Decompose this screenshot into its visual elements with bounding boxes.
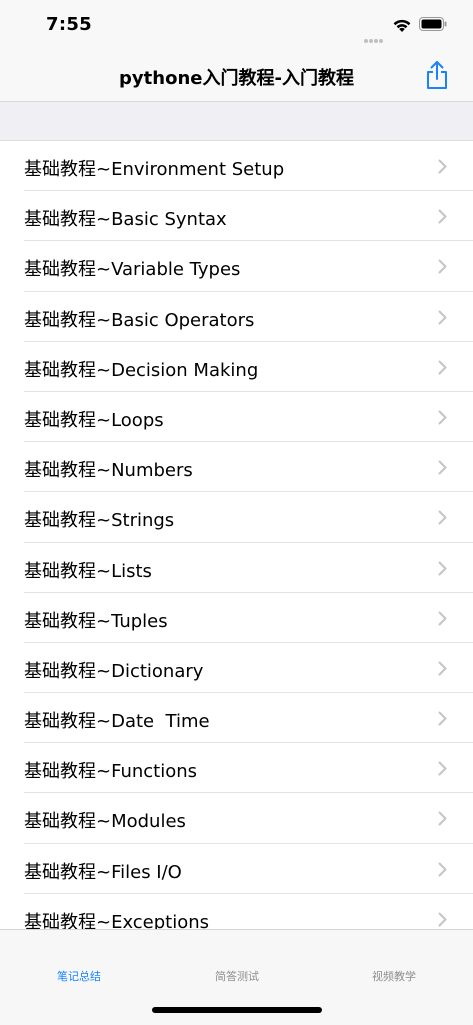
list-item[interactable]: 基础教程~Files I/O xyxy=(0,843,473,894)
list-item-label: 基础教程~Functions xyxy=(24,761,198,783)
status-time: 7:55 xyxy=(46,14,92,35)
chevron-right-icon xyxy=(438,561,447,575)
list-item-label: 基础教程~Dictionary xyxy=(24,660,204,682)
list-item[interactable]: 基础教程~Loops xyxy=(0,391,473,443)
list-item[interactable]: 基础教程~Tuples xyxy=(0,592,473,643)
status-bar: 7:55 xyxy=(0,0,473,52)
list-item[interactable]: 基础教程~Environment Setup xyxy=(0,141,473,192)
list-item-label: 基础教程~Files I/O xyxy=(24,861,182,883)
list-item[interactable]: 基础教程~Basic Operators xyxy=(0,291,473,342)
list-item[interactable]: 基础教程~Modules xyxy=(0,793,473,844)
chevron-right-icon xyxy=(438,310,447,325)
list-item-label: 基础教程~Date Time xyxy=(24,711,210,733)
tab-short-answer-test[interactable]: 简答测试 xyxy=(158,968,316,984)
tab-notes-summary[interactable]: 笔记总结 xyxy=(0,968,158,984)
chevron-right-icon xyxy=(438,711,447,726)
list-item-label: 基础教程~Basic Operators xyxy=(24,309,255,331)
list-item-label: 基础教程~Environment Setup xyxy=(24,159,285,180)
chevron-right-icon xyxy=(438,862,447,877)
chevron-right-icon xyxy=(438,611,447,626)
chevron-right-icon xyxy=(438,259,447,274)
list-item[interactable]: 基础教程~Basic Syntax xyxy=(0,191,473,242)
wifi-icon xyxy=(393,19,411,32)
list-item-label: 基础教程~Basic Syntax xyxy=(24,209,227,231)
chevron-right-icon xyxy=(438,661,447,676)
chevron-right-icon xyxy=(438,912,447,927)
list-item[interactable]: 基础教程~Functions xyxy=(0,743,473,794)
list-item[interactable]: 基础教程~Date Time xyxy=(0,693,473,744)
list-item[interactable]: 基础教程~Lists xyxy=(0,542,473,593)
list-item-label: 基础教程~Numbers xyxy=(24,460,193,482)
list-item-label: 基础教程~Variable Types xyxy=(24,259,241,281)
section-header-spacer xyxy=(0,102,473,141)
cellular-signal-icon xyxy=(364,28,386,43)
list-item-label: 基础教程~Lists xyxy=(24,560,152,582)
list-item[interactable]: 基础教程~Variable Types xyxy=(0,241,473,292)
list-item-label: 基础教程~Loops xyxy=(24,409,164,431)
page-title: pythone入门教程-入门教程 xyxy=(119,68,354,89)
chevron-right-icon xyxy=(438,360,447,375)
chevron-right-icon xyxy=(438,811,447,826)
chevron-right-icon xyxy=(438,761,447,776)
chevron-right-icon xyxy=(438,410,447,425)
list-item-label: 基础教程~Decision Making xyxy=(24,359,259,381)
list-item-label: 基础教程~Modules xyxy=(24,811,186,833)
list-item-label: 基础教程~Tuples xyxy=(24,610,168,632)
list-item[interactable]: 基础教程~Strings xyxy=(0,492,473,543)
list-item-label: 基础教程~Strings xyxy=(24,510,175,532)
home-indicator[interactable] xyxy=(152,1007,322,1013)
list-item[interactable]: 基础教程~Numbers xyxy=(0,442,473,493)
share-icon xyxy=(427,61,447,89)
chevron-right-icon xyxy=(438,159,447,174)
tutorial-list: 基础教程~Environment Setup 基础教程~Basic Syntax… xyxy=(0,141,473,944)
chevron-right-icon xyxy=(438,460,447,475)
battery-icon xyxy=(419,17,447,31)
tab-video-tutorial[interactable]: 视频教学 xyxy=(315,968,473,984)
list-item[interactable]: 基础教程~Dictionary xyxy=(0,642,473,694)
navigation-bar: pythone入门教程-入门教程 xyxy=(0,52,473,102)
share-button[interactable] xyxy=(420,58,454,92)
chevron-right-icon xyxy=(438,209,447,224)
chevron-right-icon xyxy=(438,510,447,525)
list-item[interactable]: 基础教程~Decision Making xyxy=(0,341,473,392)
